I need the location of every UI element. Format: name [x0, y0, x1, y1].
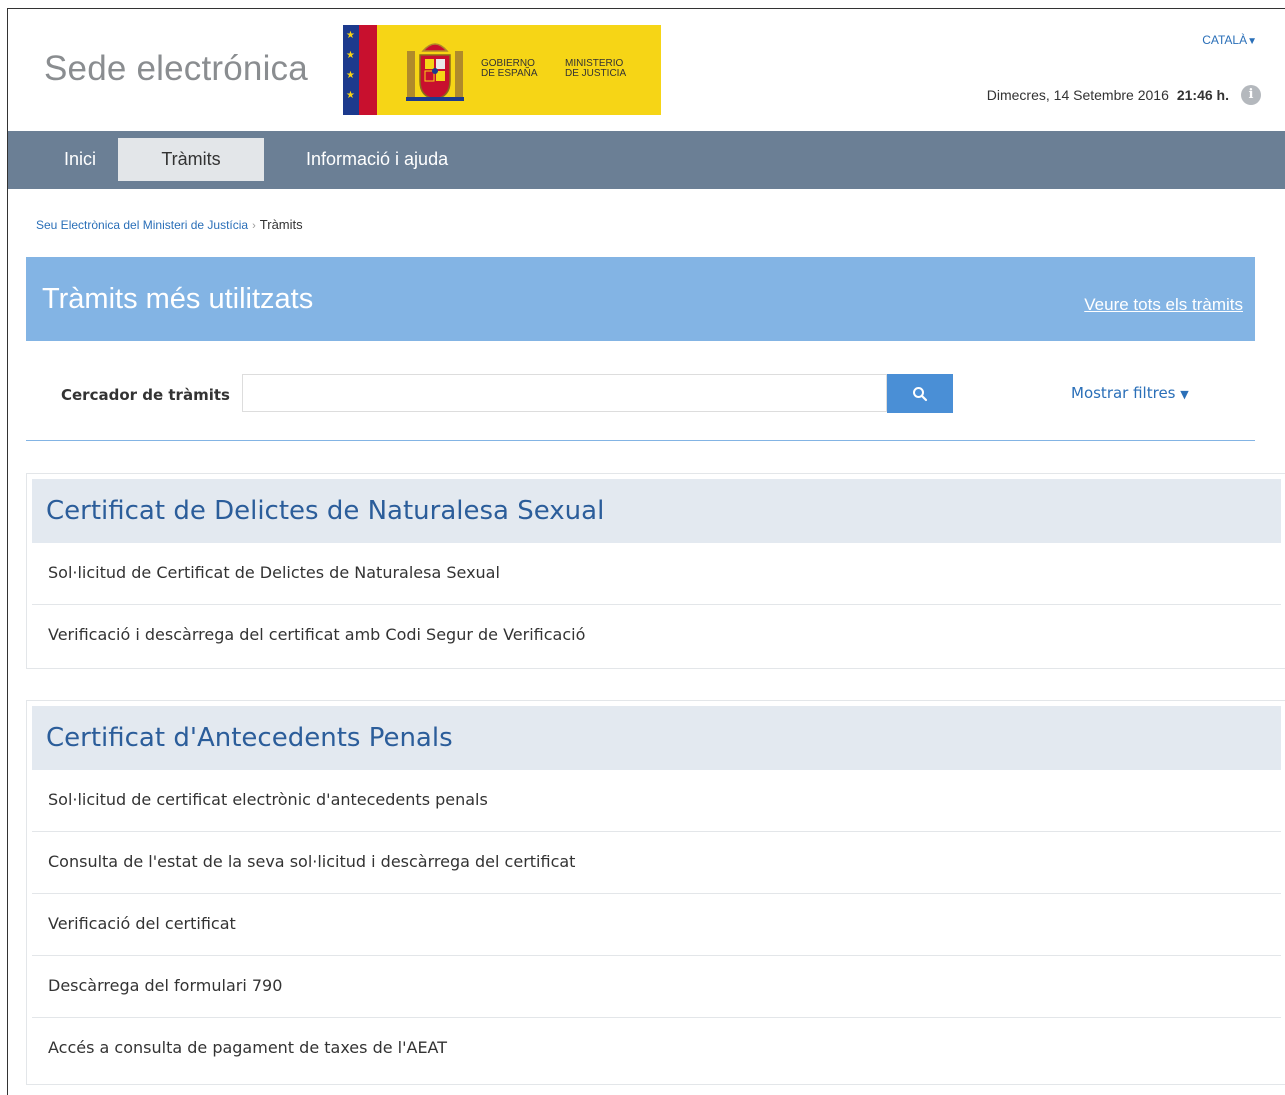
view-all-procedures-link[interactable]: Veure tots els tràmits: [1084, 295, 1243, 315]
language-label: CATALÀ: [1202, 33, 1248, 47]
tab-inici[interactable]: Inici: [44, 138, 116, 181]
search-button[interactable]: [887, 374, 953, 413]
search-input[interactable]: [242, 374, 887, 412]
main-nav: Inici Tràmits Informació i ajuda: [8, 131, 1285, 189]
current-date: Dimecres, 14 Setembre 2016: [986, 87, 1169, 103]
tab-tramits[interactable]: Tràmits: [118, 138, 265, 181]
current-time: 21:46 h.: [1176, 87, 1229, 103]
star-icon: ★: [346, 70, 355, 81]
caret-down-icon: ▼: [1247, 36, 1257, 47]
section-title: Tràmits més utilitzats: [42, 283, 314, 315]
procedure-link[interactable]: Verificació i descàrrega del certificat …: [32, 605, 1281, 667]
search-icon: [913, 386, 928, 401]
flag-stripe: [359, 25, 377, 115]
procedure-link[interactable]: Accés a consulta de pagament de taxes de…: [32, 1018, 1281, 1080]
star-icon: ★: [346, 90, 355, 101]
date-time: Dimecres, 14 Setembre 2016 21:46 h. i: [987, 85, 1261, 105]
government-logo[interactable]: ★ ★ ★ ★ GOBIERNO DE ESPAÑA MINISTERIO DE…: [343, 25, 661, 115]
breadcrumb-home-link[interactable]: Seu Electrònica del Ministeri de Justíci…: [36, 218, 248, 232]
breadcrumb-separator: ›: [252, 220, 256, 232]
eu-stripe: ★ ★ ★ ★: [343, 25, 359, 115]
tab-informacio-ajuda[interactable]: Informació i ajuda: [286, 138, 468, 181]
group-title: Certificat d'Antecedents Penals: [32, 706, 1281, 770]
logo-text-ministerio: MINISTERIO DE JUSTICIA: [565, 58, 627, 79]
section-banner: Tràmits més utilitzats Veure tots els tr…: [26, 257, 1255, 341]
procedure-group: Certificat de Delictes de Naturalesa Sex…: [26, 473, 1285, 669]
show-filters-toggle[interactable]: Mostrar filtres ▼: [1071, 384, 1189, 402]
procedure-link[interactable]: Sol·licitud de Certificat de Delictes de…: [32, 543, 1281, 605]
procedure-link[interactable]: Verificació del certificat: [32, 894, 1281, 956]
language-selector[interactable]: CATALÀ▼: [1202, 33, 1257, 47]
logo-text-gobierno: GOBIERNO DE ESPAÑA: [481, 58, 538, 79]
breadcrumb: Seu Electrònica del Ministeri de Justíci…: [8, 189, 1285, 239]
show-filters-label: Mostrar filtres: [1071, 384, 1176, 402]
info-icon[interactable]: i: [1241, 85, 1261, 105]
header: Sede electrónica ★ ★ ★ ★ GOBIERNO DE ESP…: [8, 9, 1285, 131]
caret-down-icon: ▼: [1180, 388, 1189, 401]
search-panel: Cercador de tràmits Mostrar filtres ▼: [26, 341, 1255, 441]
procedure-link[interactable]: Descàrrega del formulari 790: [32, 956, 1281, 1018]
procedure-link[interactable]: Consulta de l'estat de la seva sol·licit…: [32, 832, 1281, 894]
star-icon: ★: [346, 30, 355, 41]
group-title: Certificat de Delictes de Naturalesa Sex…: [32, 479, 1281, 543]
procedure-link[interactable]: Sol·licitud de certificat electrònic d'a…: [32, 770, 1281, 832]
page-frame: Sede electrónica ★ ★ ★ ★ GOBIERNO DE ESP…: [7, 8, 1285, 1095]
procedure-group: Certificat d'Antecedents Penals Sol·lici…: [26, 700, 1285, 1085]
breadcrumb-current: Tràmits: [259, 217, 303, 232]
search-label: Cercador de tràmits: [61, 386, 230, 404]
star-icon: ★: [346, 50, 355, 61]
coat-of-arms-icon: [405, 37, 465, 103]
site-title[interactable]: Sede electrónica: [44, 49, 308, 89]
